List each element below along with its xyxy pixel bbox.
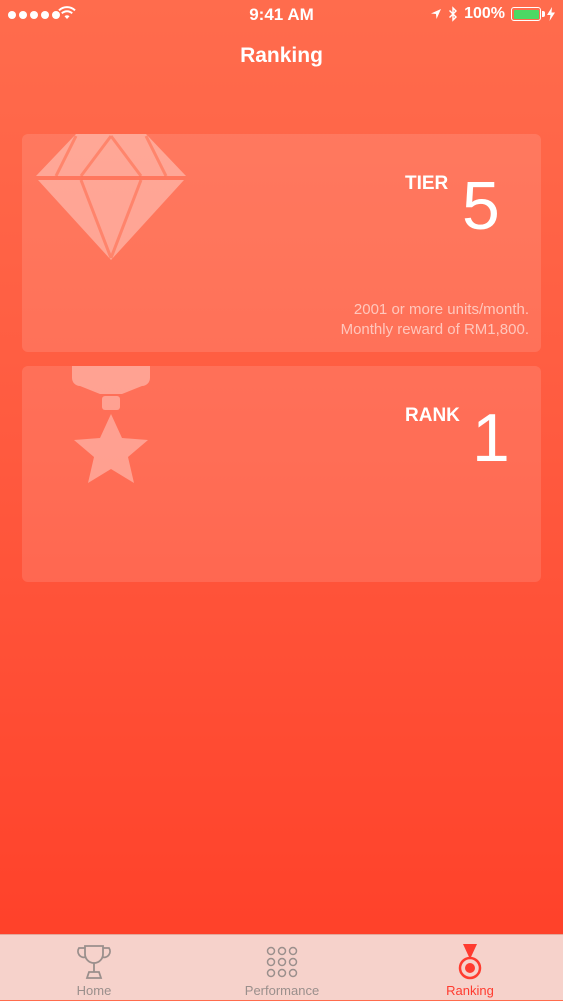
location-arrow-icon [431,9,442,19]
tier-units-text: 2001 or more units/month. [353,301,529,318]
tier-reward-text: Monthly reward of RM1,800. [340,321,529,338]
tab-ranking-label: Ranking [446,983,494,998]
tier-value: 5 [462,168,500,244]
tab-home-label: Home [76,983,112,998]
page-title: Ranking [240,44,323,67]
tab-ranking[interactable]: Ranking [376,935,563,1001]
status-right: 100% [430,5,555,23]
rank-card[interactable]: RANK 1 [22,366,541,582]
rank-value: 1 [472,400,510,476]
tier-description: 2001 or more units/month. Monthly reward… [341,300,529,340]
tier-card[interactable]: TIER 5 2001 or more units/month. Monthly… [22,134,541,352]
battery-icon [511,7,545,21]
status-bar: 9:41 AM 100% [0,0,563,30]
charging-bolt-icon [547,7,555,21]
grid-dots-icon [266,946,298,978]
star-medal-icon [72,366,150,483]
diamond-icon [36,134,186,260]
battery-percent: 100% [464,5,505,22]
bluetooth-icon [449,6,458,22]
tab-bar: Home Performance Ranking [0,934,563,1000]
rank-label: RANK [405,405,460,426]
trophy-icon [77,945,111,979]
medal-icon [458,944,482,980]
tab-home[interactable]: Home [0,935,188,1001]
tab-performance-label: Performance [244,983,320,998]
tab-performance[interactable]: Performance [188,935,376,1001]
tier-label: TIER [405,173,449,194]
